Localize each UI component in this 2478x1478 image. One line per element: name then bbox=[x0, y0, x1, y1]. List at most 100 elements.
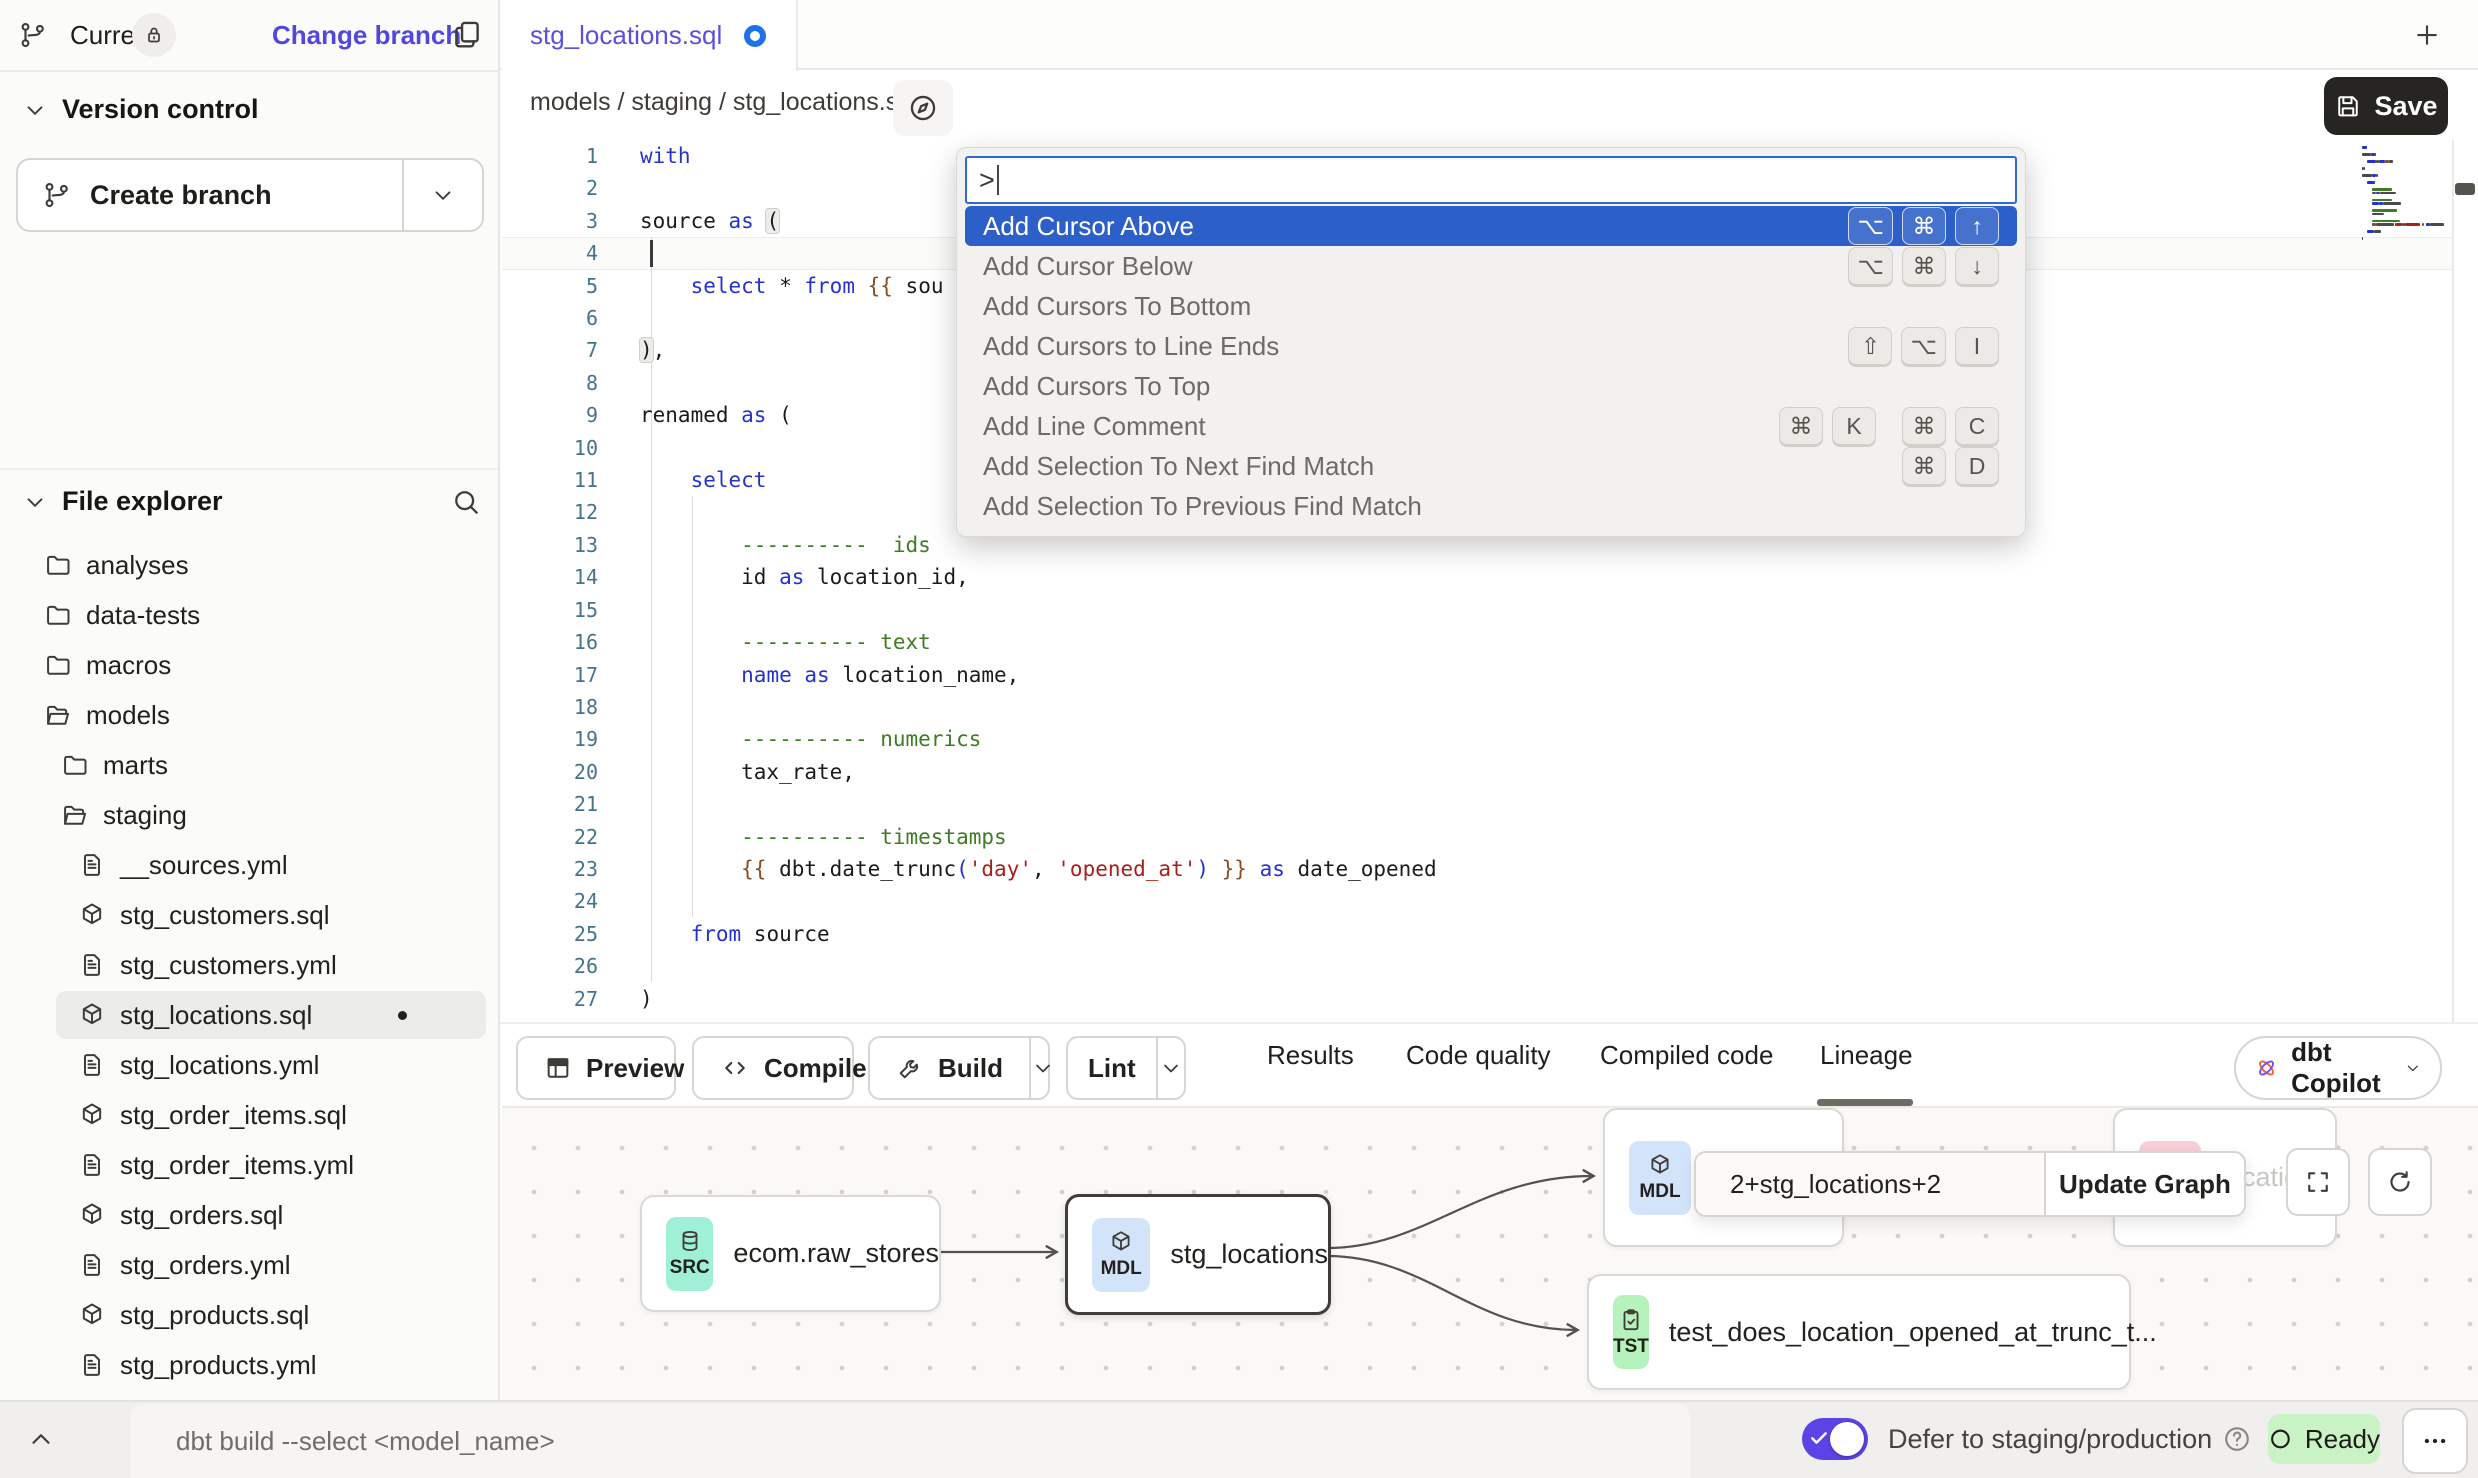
tab-code-quality[interactable]: Code quality bbox=[1406, 1040, 1551, 1071]
shortcut-keys: ⇧⌥I bbox=[1848, 327, 1999, 365]
file-item-stg-locations-sql[interactable]: stg_locations.sql bbox=[0, 990, 498, 1040]
palette-item-add-selection-to-next-find-match[interactable]: Add Selection To Next Find Match⌘D bbox=[965, 446, 2017, 486]
version-control-section-header[interactable]: Version control bbox=[22, 94, 259, 125]
code-line-17: name as location_name, bbox=[640, 659, 1437, 691]
palette-item-label: Add Cursors to Line Ends bbox=[983, 331, 1279, 362]
palette-item-add-selection-to-previous-find-match[interactable]: Add Selection To Previous Find Match bbox=[965, 486, 2017, 526]
palette-item-add-cursor-above[interactable]: Add Cursor Above⌥⌘↑ bbox=[965, 206, 2017, 246]
palette-item-add-selection-to-all-find-matches[interactable]: Add Selection To All Find Matches bbox=[965, 526, 2017, 537]
palette-item-add-cursors-to-bottom[interactable]: Add Cursors To Bottom bbox=[965, 286, 2017, 326]
refresh-button[interactable] bbox=[2368, 1148, 2432, 1216]
code-line-15 bbox=[640, 594, 1437, 626]
palette-item-add-cursor-below[interactable]: Add Cursor Below⌥⌘↓ bbox=[965, 246, 2017, 286]
lineage-node-test[interactable]: TST test_does_location_opened_at_trunc_t… bbox=[1587, 1274, 2131, 1390]
git-branch-icon bbox=[42, 180, 72, 210]
lineage-node-source[interactable]: SRC ecom.raw_stores bbox=[640, 1195, 941, 1312]
command-palette-input[interactable]: > bbox=[965, 156, 2017, 204]
file-item-stg-products-yml[interactable]: stg_products.yml bbox=[0, 1340, 498, 1390]
status-circle-icon bbox=[2268, 1426, 2293, 1452]
file-label: data-tests bbox=[86, 600, 200, 631]
palette-item-add-line-comment[interactable]: Add Line Comment⌘K⌘C bbox=[965, 406, 2017, 446]
collapse-panel-icon[interactable] bbox=[26, 1424, 56, 1454]
file-item-stg-orders-sql[interactable]: stg_orders.sql bbox=[0, 1190, 498, 1240]
model-icon bbox=[78, 1101, 106, 1129]
fullscreen-button[interactable] bbox=[2286, 1148, 2350, 1216]
model-icon bbox=[78, 1301, 106, 1329]
cube-icon bbox=[1647, 1152, 1673, 1178]
dbt-command-input[interactable]: dbt build --select <model_name> bbox=[130, 1404, 1690, 1478]
ready-status-badge[interactable]: Ready bbox=[2268, 1414, 2380, 1464]
preview-button[interactable]: Preview bbox=[516, 1036, 676, 1100]
more-options-button[interactable] bbox=[2402, 1408, 2468, 1474]
lineage-filter-input[interactable]: 2+stg_locations+2 bbox=[1696, 1153, 2044, 1215]
file-item-macros[interactable]: macros bbox=[0, 640, 498, 690]
minimap[interactable] bbox=[2362, 146, 2448, 241]
folder-icon bbox=[44, 601, 72, 629]
file-label: stg_order_items.sql bbox=[120, 1100, 347, 1131]
file-item-staging[interactable]: staging bbox=[0, 790, 498, 840]
tab-stg-locations[interactable]: stg_locations.sql bbox=[502, 0, 798, 71]
folder-icon bbox=[61, 751, 89, 779]
lint-dropdown[interactable] bbox=[1156, 1038, 1184, 1098]
copy-branch-icon[interactable] bbox=[450, 18, 484, 52]
command-palette-list: Add Cursor Above⌥⌘↑Add Cursor Below⌥⌘↓ Ad… bbox=[965, 206, 2017, 537]
file-label: models bbox=[86, 700, 170, 731]
dbt-copilot-logo-icon bbox=[2254, 1051, 2279, 1085]
explore-compass-icon[interactable] bbox=[893, 80, 953, 136]
palette-item-add-cursors-to-top[interactable]: Add Cursors To Top bbox=[965, 366, 2017, 406]
keycap: ⌘ bbox=[1902, 447, 1946, 485]
lineage-node-model[interactable]: MDL stg_locations bbox=[1065, 1194, 1331, 1315]
build-button[interactable]: Build bbox=[868, 1036, 1050, 1100]
dbt-copilot-button[interactable]: dbt Copilot bbox=[2234, 1036, 2442, 1100]
file-item-marts[interactable]: marts bbox=[0, 740, 498, 790]
badge-label: MDL bbox=[1639, 1181, 1680, 1203]
build-dropdown[interactable] bbox=[1029, 1038, 1055, 1098]
palette-caret bbox=[997, 165, 1000, 195]
model-icon bbox=[78, 901, 106, 929]
tab-lineage[interactable]: Lineage bbox=[1820, 1040, 1913, 1071]
lineage-canvas[interactable]: SRC ecom.raw_stores MDL stg_locations MD… bbox=[502, 1106, 2478, 1400]
defer-toggle[interactable] bbox=[1802, 1418, 1868, 1460]
file-explorer-title: File explorer bbox=[62, 486, 223, 517]
compile-button[interactable]: Compile bbox=[692, 1036, 854, 1100]
code-line-16: ---------- text bbox=[640, 626, 1437, 658]
file-item-stg-products-sql[interactable]: stg_products.sql bbox=[0, 1290, 498, 1340]
file-label: stg_products.yml bbox=[120, 1350, 317, 1381]
file-item-stg-locations-yml[interactable]: stg_locations.yml bbox=[0, 1040, 498, 1090]
new-tab-button[interactable] bbox=[2412, 20, 2442, 50]
file-item-stg-orders-yml[interactable]: stg_orders.yml bbox=[0, 1240, 498, 1290]
create-branch-button[interactable]: Create branch bbox=[16, 158, 484, 232]
help-icon[interactable] bbox=[2222, 1424, 2252, 1454]
file-item-stg-customers-yml[interactable]: stg_customers.yml bbox=[0, 940, 498, 990]
file-explorer-section-header[interactable]: File explorer bbox=[22, 486, 223, 517]
node-label: test_does_location_opened_at_trunc_t... bbox=[1669, 1317, 2157, 1348]
file-label: staging bbox=[103, 800, 187, 831]
chevron-down-icon bbox=[1159, 1056, 1183, 1080]
branch-locked-badge bbox=[132, 13, 176, 57]
chevron-down-icon bbox=[22, 97, 48, 123]
minimap-divider bbox=[2452, 140, 2454, 1022]
file-item-stg-order-items-yml[interactable]: stg_order_items.yml bbox=[0, 1140, 498, 1190]
ready-label: Ready bbox=[2305, 1424, 2380, 1455]
file-item-analyses[interactable]: analyses bbox=[0, 540, 498, 590]
update-graph-button[interactable]: Update Graph bbox=[2044, 1153, 2244, 1215]
line-numbers: 1234567891011121314151617181920212223242… bbox=[500, 140, 598, 1015]
file-item-stg-customers-sql[interactable]: stg_customers.sql bbox=[0, 890, 498, 940]
palette-item-add-cursors-to-line-ends[interactable]: Add Cursors to Line Ends ⇧⌥I bbox=[965, 326, 2017, 366]
create-branch-dropdown[interactable] bbox=[402, 160, 482, 230]
scrollbar-thumb[interactable] bbox=[2455, 183, 2475, 195]
command-palette: > Add Cursor Above⌥⌘↑Add Cursor Below⌥⌘↓… bbox=[956, 147, 2026, 537]
save-button[interactable]: Save bbox=[2324, 77, 2448, 135]
tab-compiled-code[interactable]: Compiled code bbox=[1600, 1040, 1773, 1071]
file-item-data-tests[interactable]: data-tests bbox=[0, 590, 498, 640]
file-search-icon[interactable] bbox=[450, 486, 482, 518]
lint-button[interactable]: Lint bbox=[1066, 1036, 1186, 1100]
model-badge: MDL bbox=[1629, 1141, 1691, 1215]
file-item--sources-yml[interactable]: __sources.yml bbox=[0, 840, 498, 890]
file-item-models[interactable]: models bbox=[0, 690, 498, 740]
file-item-stg-order-items-sql[interactable]: stg_order_items.sql bbox=[0, 1090, 498, 1140]
change-branch-link[interactable]: Change branch bbox=[272, 20, 461, 51]
palette-item-label: Add Cursors To Bottom bbox=[983, 291, 1251, 322]
keycap: ⌥ bbox=[1901, 327, 1946, 365]
tab-results[interactable]: Results bbox=[1267, 1040, 1354, 1071]
